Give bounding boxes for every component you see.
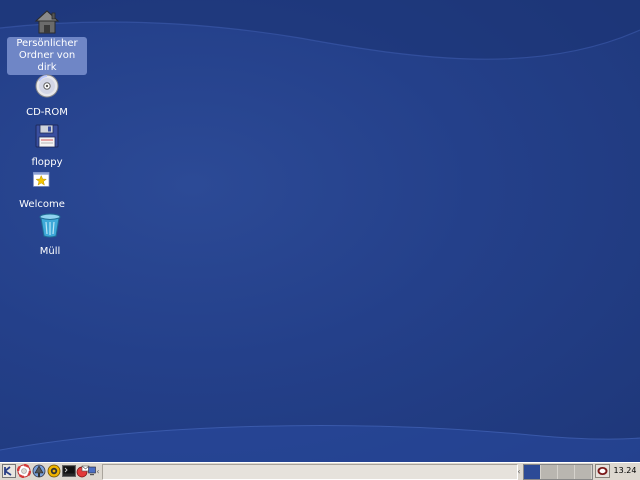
wallpaper-wave-bottom (0, 425, 640, 462)
terminal-icon[interactable] (62, 464, 76, 478)
pager-desktop-1[interactable] (524, 465, 541, 479)
taskbar: ‹ ‹ 13.24 (0, 462, 640, 480)
desktop-icon-label: CD-ROM (26, 107, 68, 118)
cdrom-icon (35, 74, 59, 98)
desktop-icon-cdrom[interactable]: CD-ROM (7, 72, 87, 120)
taskbar-window-list[interactable] (102, 464, 518, 480)
trash-icon (39, 213, 61, 238)
desktop-pager[interactable] (523, 464, 593, 480)
welcome-star-icon (32, 171, 50, 187)
pager-desktop-3[interactable] (558, 465, 575, 479)
desktop-icon-home[interactable]: Persönlicher Ordner von dirk (7, 8, 87, 75)
kontact-icon[interactable] (47, 464, 61, 478)
desktop-icon-floppy[interactable]: floppy (7, 122, 87, 170)
desktop-icon-label: Persönlicher Ordner von dirk (7, 37, 87, 75)
desktop-icon-label: floppy (31, 157, 63, 168)
home-folder-icon (34, 10, 60, 34)
floppy-icon (35, 124, 59, 148)
konqueror-icon[interactable] (32, 464, 46, 478)
desktop[interactable]: Persönlicher Ordner von dirk CD-ROM flop… (0, 0, 640, 462)
kde-menu-icon[interactable] (2, 464, 16, 478)
pager-desktop-4[interactable] (575, 465, 592, 479)
clock[interactable]: 13.24 (612, 464, 638, 478)
desktop-icon-label: Müll (39, 246, 61, 257)
wallpaper-wave-top (0, 0, 640, 60)
pager-desktop-2[interactable] (541, 465, 558, 479)
desktop-icon-welcome[interactable]: Welcome (2, 170, 82, 212)
klipper-icon[interactable] (595, 464, 610, 478)
desktop-icon-label: Welcome (19, 199, 65, 210)
quicklaunch-handle[interactable]: ‹ (95, 464, 101, 479)
pager-handle[interactable]: ‹ (516, 464, 522, 479)
help-lifebuoy-icon[interactable] (17, 464, 31, 478)
desktop-icon-trash[interactable]: Müll (10, 211, 90, 259)
